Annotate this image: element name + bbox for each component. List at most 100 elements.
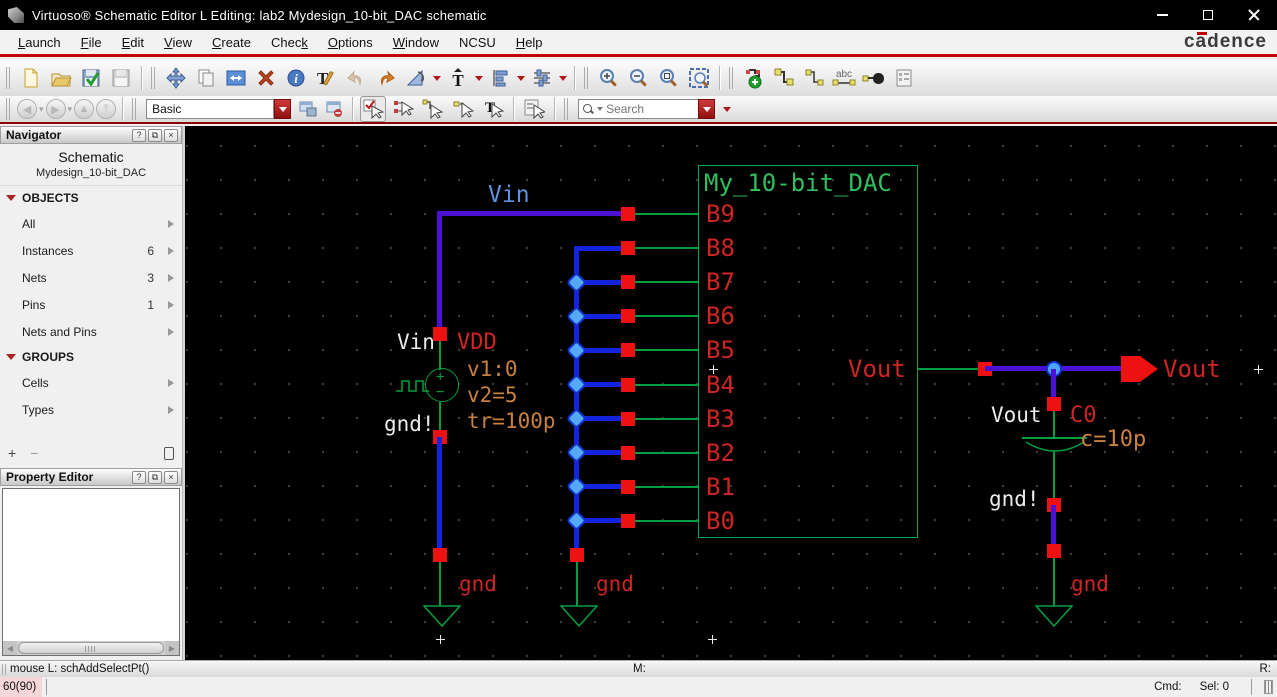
bus-tap-diamond-B7[interactable] xyxy=(565,271,588,293)
schematic-canvas[interactable]: Vin + − Vin VDD v1:0 v2=5 tr=100p gnd! g… xyxy=(185,126,1277,660)
bus-tap-diamond-B5[interactable] xyxy=(565,339,588,361)
source-gnd-net-label[interactable]: gnd! xyxy=(384,412,435,436)
pin-square-B1[interactable] xyxy=(621,479,635,494)
menu-window[interactable]: Window xyxy=(383,31,449,54)
create-instance-icon[interactable] xyxy=(741,65,767,91)
ground-symbol-2[interactable] xyxy=(560,605,598,627)
menu-check[interactable]: Check xyxy=(261,31,318,54)
create-pin-icon[interactable] xyxy=(861,65,887,91)
cap-name-label[interactable]: C0 xyxy=(1070,403,1097,428)
dac-instance[interactable] xyxy=(698,165,918,538)
source-param-tr[interactable]: tr=100p xyxy=(467,409,556,433)
menu-ncsu[interactable]: NCSU xyxy=(449,31,506,54)
cap-value-label[interactable]: c=10p xyxy=(1080,427,1146,452)
delete-workspace-icon[interactable] xyxy=(323,98,345,120)
vout-output-pin[interactable] xyxy=(1120,353,1160,385)
source-bottom-stub[interactable] xyxy=(439,402,441,430)
nav-forward-icon[interactable]: ▶ xyxy=(45,99,66,119)
cap-bottom-stub[interactable] xyxy=(1053,452,1055,498)
scrollbar-thumb[interactable] xyxy=(18,642,164,654)
search-history-caret[interactable] xyxy=(723,106,732,112)
instance-select-icon[interactable] xyxy=(450,96,476,122)
pin-stub-B6[interactable] xyxy=(635,315,699,318)
partial-select-icon[interactable] xyxy=(390,96,416,122)
align-icon[interactable] xyxy=(487,65,513,91)
pin-square-B8[interactable] xyxy=(621,241,635,256)
source-top-pin[interactable] xyxy=(433,327,447,341)
bus-vertical-wire[interactable] xyxy=(574,246,579,555)
pin-stub-B0[interactable] xyxy=(635,519,699,522)
pin-square-B9[interactable] xyxy=(621,207,635,221)
rotate-dropdown-caret[interactable] xyxy=(433,75,441,81)
redo-icon[interactable] xyxy=(373,65,399,91)
nav-up-icon[interactable]: ▲ xyxy=(74,99,95,119)
toolbar-grip[interactable] xyxy=(6,98,12,120)
resize-grip-icon[interactable] xyxy=(1264,680,1273,694)
close-button[interactable] xyxy=(1231,0,1277,30)
cap-node-label[interactable]: Vout xyxy=(991,403,1042,427)
expand-arrow-icon[interactable] xyxy=(168,273,174,282)
navigator-remove-button[interactable]: − xyxy=(30,445,38,461)
tree-item-all[interactable]: All xyxy=(0,210,182,237)
pin-square-B5[interactable] xyxy=(621,343,635,358)
wire-source-to-gnd[interactable] xyxy=(437,437,442,555)
menu-options[interactable]: Options xyxy=(318,31,383,54)
wire-select-icon[interactable] xyxy=(420,96,446,122)
copy-icon[interactable] xyxy=(193,65,219,91)
menu-launch[interactable]: Launch xyxy=(8,31,71,54)
tree-item-nets-and-pins[interactable]: Nets and Pins xyxy=(0,318,182,345)
full-select-icon[interactable] xyxy=(360,96,387,122)
wire-vin-vertical[interactable] xyxy=(437,211,442,334)
bus-tap-diamond-B1[interactable] xyxy=(565,476,588,498)
stretch-icon[interactable] xyxy=(223,65,249,91)
search-input[interactable] xyxy=(606,102,691,116)
source-param-v2[interactable]: v2=5 xyxy=(467,383,518,407)
create-narrow-wire-icon[interactable] xyxy=(801,65,827,91)
pin-stub-B4[interactable] xyxy=(635,383,699,386)
save-button[interactable] xyxy=(108,65,134,91)
pin-square-B4[interactable] xyxy=(621,377,635,392)
pin-square-B3[interactable] xyxy=(621,411,635,426)
cap-top-pin[interactable] xyxy=(1047,397,1061,411)
toolbar-grip[interactable] xyxy=(6,67,12,89)
pin-stub-B1[interactable] xyxy=(635,485,699,488)
scroll-right-icon[interactable]: ▶ xyxy=(165,641,179,655)
nav-back-dropdown[interactable]: ▾ xyxy=(39,104,44,115)
bus-tap-diamond-B3[interactable] xyxy=(565,407,588,430)
expand-arrow-icon[interactable] xyxy=(168,219,174,228)
create-text-dropdown-caret[interactable] xyxy=(475,75,483,81)
bus-tap-diamond-B2[interactable] xyxy=(565,442,588,464)
tree-item-cells[interactable]: Cells xyxy=(0,369,182,396)
nav-forward-dropdown[interactable]: ▾ xyxy=(68,104,73,115)
pin-stub-B5[interactable] xyxy=(635,349,699,352)
property-editor-hscrollbar[interactable]: ◀ ▶ xyxy=(3,641,179,655)
toolbar-grip[interactable] xyxy=(151,67,157,89)
toolbar-grip[interactable] xyxy=(132,98,139,120)
scroll-left-icon[interactable]: ◀ xyxy=(3,641,17,655)
expand-arrow-icon[interactable] xyxy=(168,327,174,336)
source-pin-label[interactable]: Vin xyxy=(397,330,435,354)
bus-tap-diamond-B4[interactable] xyxy=(565,373,588,396)
navigator-close-button[interactable]: × xyxy=(164,128,178,142)
gnd2-stub[interactable] xyxy=(576,562,578,606)
property-editor-float-button[interactable]: ⧉ xyxy=(148,470,162,484)
property-editor-help-button[interactable]: ? xyxy=(132,470,146,484)
new-file-button[interactable] xyxy=(18,65,44,91)
tree-item-types[interactable]: Types xyxy=(0,396,182,423)
create-wire-icon[interactable] xyxy=(771,65,797,91)
pin-square-B6[interactable] xyxy=(621,309,635,324)
tree-item-nets[interactable]: Nets 3 xyxy=(0,264,182,291)
edit-label-icon[interactable]: T xyxy=(313,65,339,91)
gnd2-top-pin[interactable] xyxy=(570,548,584,562)
search-field[interactable] xyxy=(578,99,699,119)
tree-item-pins[interactable]: Pins 1 xyxy=(0,291,182,318)
pin-square-B7[interactable] xyxy=(621,275,635,290)
gnd3-label[interactable]: gnd xyxy=(1071,572,1109,596)
search-scope-caret[interactable] xyxy=(597,107,604,111)
property-editor-close-button[interactable]: × xyxy=(164,470,178,484)
expand-arrow-icon[interactable] xyxy=(168,378,174,387)
navigator-panel-icon[interactable] xyxy=(164,446,174,460)
cap-gnd-net-label[interactable]: gnd! xyxy=(989,487,1040,511)
cap-top-stub[interactable] xyxy=(1053,411,1055,438)
pin-square-B0[interactable] xyxy=(621,513,635,528)
